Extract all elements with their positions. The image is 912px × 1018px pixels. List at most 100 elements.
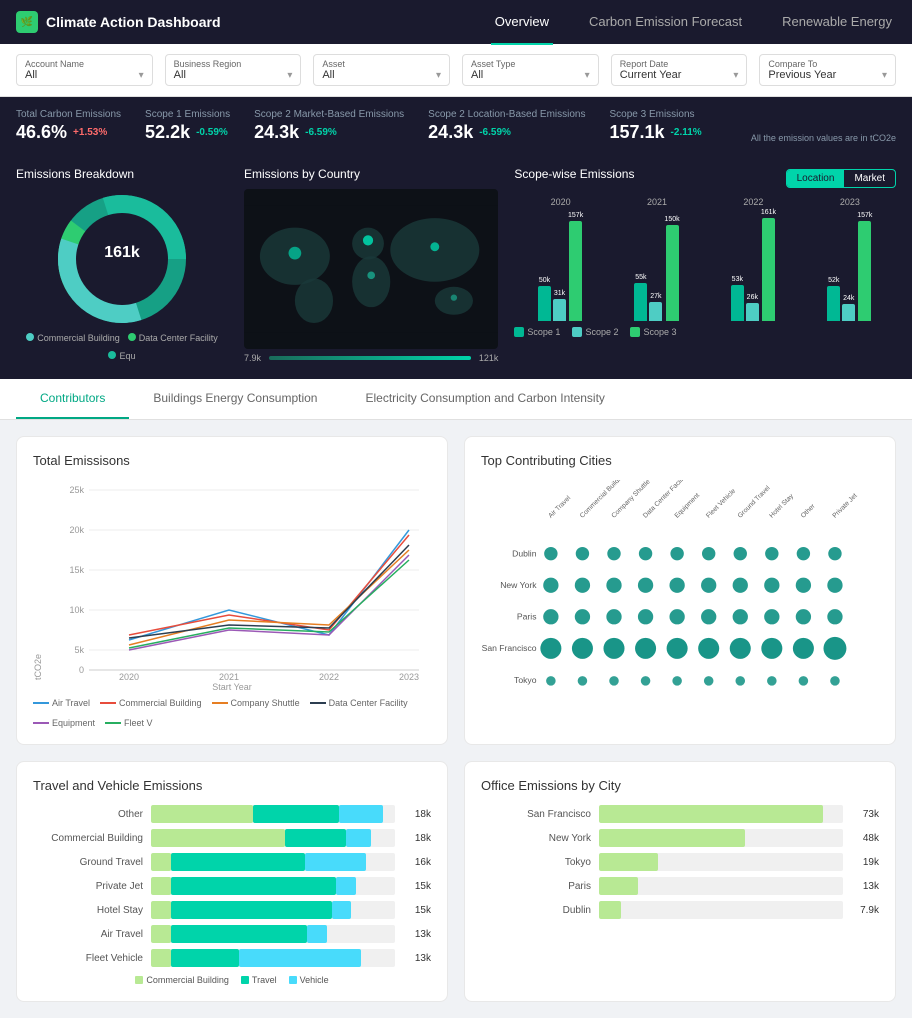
bar-value-air: 13k [403, 929, 431, 940]
bar-row-other: Other 18k [33, 805, 431, 823]
kpi-scope2l-change: -6.59% [479, 127, 511, 138]
line-chart-legend: Air Travel Commercial Building Company S… [33, 698, 431, 728]
bar-fill-tokyo [599, 853, 658, 871]
svg-text:Dublin: Dublin [512, 549, 537, 559]
bar-label-private: Private Jet [33, 881, 143, 892]
bar-track-air [151, 925, 395, 943]
bar-track-private [151, 877, 395, 895]
logo-icon: 🌿 [16, 11, 38, 33]
sub-tab-electricity[interactable]: Electricity Consumption and Carbon Inten… [341, 379, 628, 419]
svg-text:Other: Other [800, 502, 817, 519]
filter-report-date[interactable]: Report Date Current Year▾ [611, 54, 748, 86]
travel-title: Travel and Vehicle Emissions [33, 778, 431, 793]
breakdown-title: Emissions Breakdown [16, 167, 228, 181]
emissions-breakdown-panel: Emissions Breakdown 161k Commercial Buil… [16, 167, 228, 363]
kpi-total-label: Total Carbon Emissions [16, 109, 121, 120]
filter-asset[interactable]: Asset All▾ [313, 54, 450, 86]
bar-fill-vehicle [339, 805, 383, 823]
svg-text:Tokyo: Tokyo [514, 675, 537, 685]
bar-row-air: Air Travel 13k [33, 925, 431, 943]
bar-value-hotel: 15k [403, 905, 431, 916]
nav-carbon-forecast[interactable]: Carbon Emission Forecast [585, 0, 746, 45]
svg-text:Paris: Paris [517, 612, 537, 622]
kpi-scope1-label: Scope 1 Emissions [145, 109, 230, 120]
kpi-scope3: Scope 3 Emissions 157.1k -2.11% [609, 109, 701, 143]
bar-value-ground: 16k [403, 857, 431, 868]
bar-row-tokyo: Tokyo 19k [481, 853, 879, 871]
kpi-scope1: Scope 1 Emissions 52.2k -0.59% [145, 109, 230, 143]
kpi-strip: Total Carbon Emissions 46.6% +1.53% Scop… [0, 97, 912, 155]
kpi-total-carbon: Total Carbon Emissions 46.6% +1.53% [16, 109, 121, 143]
bar-row-fleet: Fleet Vehicle 13k [33, 949, 431, 967]
bar-row-sf: San Francisco 73k [481, 805, 879, 823]
top-cities-card: Top Contributing Cities Air Travel Comme… [464, 436, 896, 745]
bar-track-hotel [151, 901, 395, 919]
main-nav: Overview Carbon Emission Forecast Renewa… [491, 0, 896, 45]
bar-fill-dublin [599, 901, 621, 919]
location-market-toggle[interactable]: Location Market [786, 169, 896, 188]
svg-text:20k: 20k [69, 525, 84, 535]
svg-text:San Francisco: San Francisco [482, 643, 537, 653]
bar-label-air: Air Travel [33, 929, 143, 940]
filter-account-name[interactable]: Account Name All▾ [16, 54, 153, 86]
filter-asset-label: Asset [322, 59, 441, 69]
sub-tabs: Contributors Buildings Energy Consumptio… [0, 379, 912, 420]
app-title: Climate Action Dashboard [46, 14, 221, 30]
kpi-scope2l-value: 24.3k [428, 122, 473, 143]
map-scale: 7.9k 121k [244, 353, 498, 363]
nav-renewable[interactable]: Renewable Energy [778, 0, 896, 45]
bar-value-paris: 13k [851, 881, 879, 892]
nav-overview[interactable]: Overview [491, 0, 553, 45]
line-chart-svg: 25k 20k 15k 10k 5k 0 2020 2021 2022 2023 [47, 480, 431, 680]
bar-label-other: Other [33, 809, 143, 820]
scope-legend: Scope 1 Scope 2 Scope 3 [514, 327, 896, 337]
donut-legend: Commercial Building Data Center Facility… [16, 333, 228, 361]
toggle-location[interactable]: Location [787, 170, 845, 187]
x-axis-label: Start Year [33, 682, 431, 692]
bar-row-private: Private Jet 15k [33, 877, 431, 895]
bar-fill-ny [599, 829, 745, 847]
bar-label-sf: San Francisco [481, 809, 591, 820]
bar-label-paris: Paris [481, 881, 591, 892]
total-emissions-title: Total Emissisons [33, 453, 431, 468]
bar-row-hotel: Hotel Stay 15k [33, 901, 431, 919]
toggle-market[interactable]: Market [844, 170, 895, 187]
bar-track-ground [151, 853, 395, 871]
svg-text:2020: 2020 [119, 672, 139, 680]
bar-value-ny: 48k [851, 833, 879, 844]
svg-text:2021: 2021 [219, 672, 239, 680]
world-map [244, 189, 498, 349]
svg-text:15k: 15k [69, 565, 84, 575]
kpi-scope3-label: Scope 3 Emissions [609, 109, 701, 120]
scale-min: 7.9k [244, 353, 261, 363]
kpi-scope3-change: -2.11% [671, 127, 702, 138]
bar-label-fleet: Fleet Vehicle [33, 953, 143, 964]
scope-bar-chart: 2020 50k 31k 157k [514, 197, 896, 321]
scope-emissions-panel: Scope-wise Emissions Location Market 202… [514, 167, 896, 363]
sub-tab-buildings[interactable]: Buildings Energy Consumption [129, 379, 341, 419]
bar-fill-travel [253, 805, 338, 823]
travel-bars: Other 18k Commercial Building [33, 805, 431, 967]
donut-chart: 161k Commercial Building Data Center Fac… [16, 189, 228, 361]
sub-tab-contributors[interactable]: Contributors [16, 379, 129, 419]
filter-compare-label: Compare To [768, 59, 887, 69]
bar-row-paris: Paris 13k [481, 877, 879, 895]
travel-vehicle-card: Travel and Vehicle Emissions Other 18k C… [16, 761, 448, 1002]
line-chart-wrapper: tCO2e 25k 20k 15k 10k 5k 0 [33, 480, 431, 680]
kpi-scope2-location: Scope 2 Location-Based Emissions 24.3k -… [428, 109, 585, 143]
svg-text:New York: New York [500, 580, 537, 590]
filter-business-region[interactable]: Business Region All▾ [165, 54, 302, 86]
bar-value-fleet: 13k [403, 953, 431, 964]
bar-track-fleet [151, 949, 395, 967]
bar-value-sf: 73k [851, 809, 879, 820]
y-axis-label: tCO2e [33, 480, 43, 680]
filter-asset-type[interactable]: Asset Type All▾ [462, 54, 599, 86]
svg-text:161k: 161k [104, 244, 140, 261]
filter-compare-to[interactable]: Compare To Previous Year▾ [759, 54, 896, 86]
kpi-note: All the emission values are in tCO2e [751, 133, 896, 143]
bar-label-ny: New York [481, 833, 591, 844]
filter-account-label: Account Name [25, 59, 144, 69]
kpi-scope3-value: 157.1k [609, 122, 664, 143]
svg-text:0: 0 [79, 665, 84, 675]
bar-track-other [151, 805, 395, 823]
